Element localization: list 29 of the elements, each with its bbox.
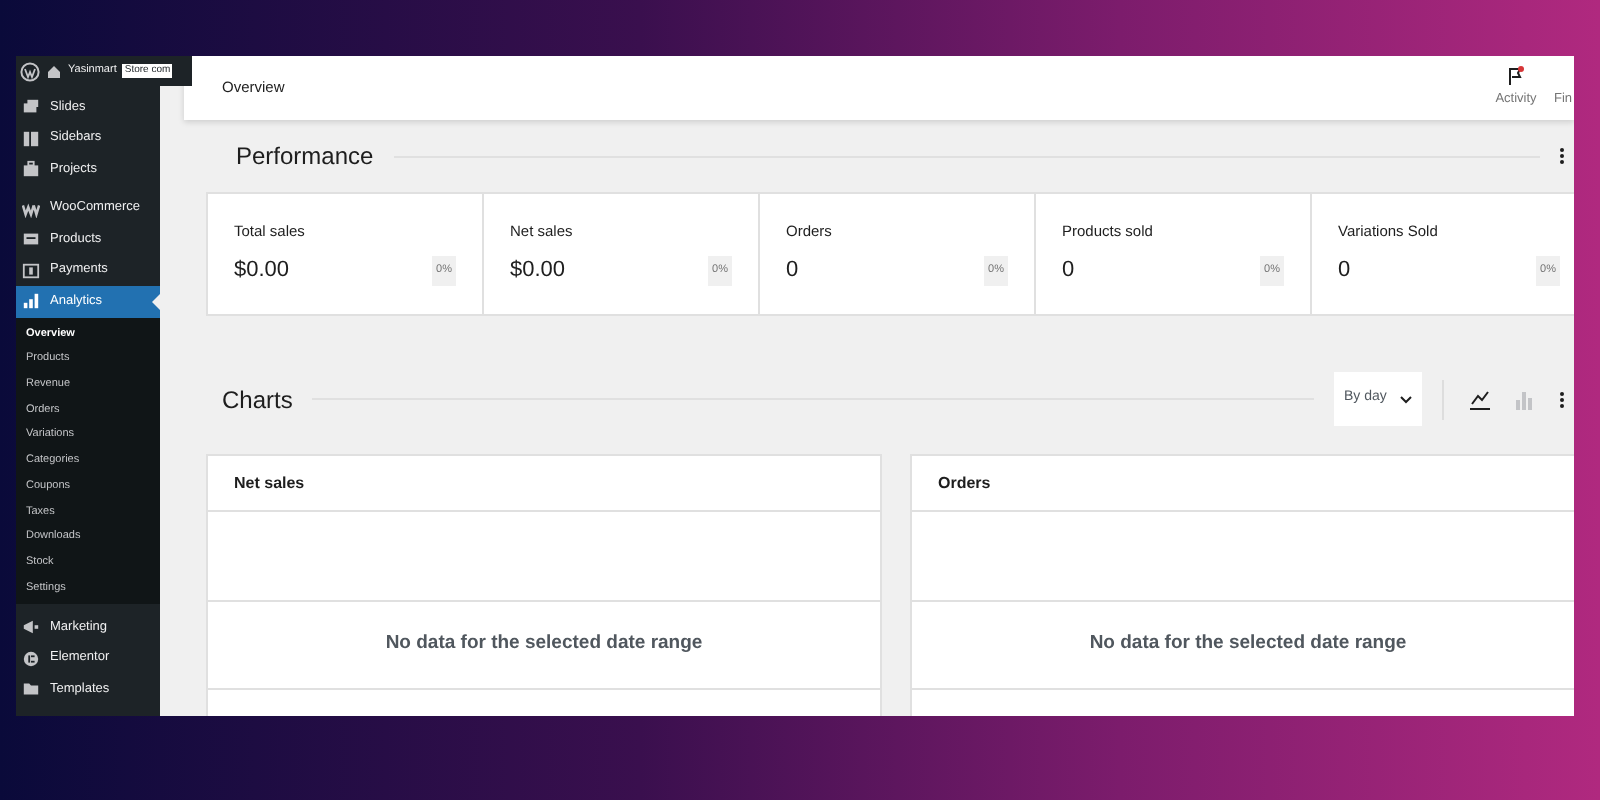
wordpress-logo[interactable]	[20, 61, 40, 81]
woo-logo	[22, 199, 40, 218]
more-options-icon[interactable]	[1560, 148, 1566, 164]
chevron-down-icon	[1400, 395, 1412, 403]
bar-chart-icon	[22, 292, 40, 311]
line-chart-icon	[1470, 389, 1490, 409]
metric-value: 0	[1338, 256, 1351, 287]
empty-message: No data for the selected date range	[1089, 630, 1407, 658]
megaphone-icon	[22, 618, 40, 637]
empty-message: No data for the selected date range	[385, 630, 703, 658]
section-heading: Performance	[236, 140, 374, 174]
flag-icon	[1506, 66, 1526, 87]
metric-value: 0	[786, 256, 799, 287]
metric-value: $0.00	[234, 256, 290, 287]
elementor-icon	[22, 649, 40, 668]
home-icon[interactable]	[46, 63, 62, 79]
more-options-icon[interactable]	[1560, 391, 1566, 407]
bar-chart-icon	[1514, 389, 1534, 409]
folder-icon	[22, 680, 40, 699]
chart-title: Orders	[938, 471, 991, 495]
products-icon	[22, 230, 40, 249]
sidebars-icon	[22, 129, 40, 148]
payments-icon	[22, 261, 40, 280]
slides-icon	[22, 98, 40, 117]
briefcase-icon	[22, 160, 40, 179]
metric-value: $0.00	[510, 256, 566, 287]
metric-value: 0	[1062, 256, 1075, 287]
section-heading: Charts	[222, 383, 293, 417]
chart-title: Net sales	[234, 471, 305, 495]
